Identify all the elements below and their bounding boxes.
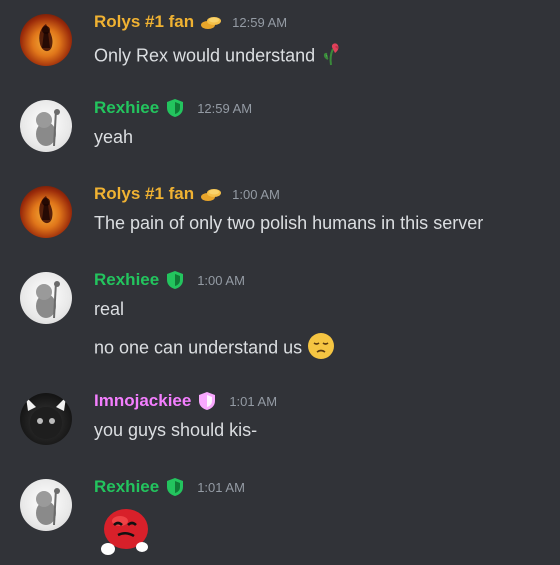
avatar[interactable]: [20, 186, 72, 238]
wilted-flower-icon: [320, 41, 342, 72]
pink-shield-icon: [197, 391, 217, 411]
message-text: no one can understand us: [94, 332, 335, 365]
timestamp: 12:59 AM: [197, 100, 253, 116]
green-shield-icon: [165, 477, 185, 497]
timestamp: 1:00 AM: [197, 272, 245, 288]
avatar[interactable]: [20, 14, 72, 66]
red-candy-character-sticker[interactable]: [94, 503, 154, 560]
message-text: yeah: [94, 127, 134, 147]
username[interactable]: Rexhiee: [94, 98, 159, 118]
message-text: you guys should kis-: [94, 420, 258, 440]
timestamp: 1:01 AM: [197, 479, 245, 495]
avatar[interactable]: [20, 479, 72, 531]
message-header: Imnojackiee 1:01 AM: [94, 391, 277, 411]
message-header: Rexhiee 12:59 AM: [94, 98, 252, 118]
message-header: Rolys #1 fan 12:59 AM: [94, 12, 287, 32]
gold-coins-icon: [200, 12, 222, 32]
avatar[interactable]: [20, 272, 72, 324]
message-text: The pain of only two polish humans in th…: [94, 213, 484, 233]
timestamp: 1:00 AM: [232, 186, 280, 202]
timestamp: 12:59 AM: [232, 14, 288, 30]
avatar[interactable]: [20, 100, 72, 152]
message-header: Rolys #1 fan 1:00 AM: [94, 184, 280, 204]
green-shield-icon: [165, 98, 185, 118]
gold-coins-icon: [200, 184, 222, 204]
message-header: Rexhiee 1:01 AM: [94, 477, 245, 497]
username[interactable]: Rexhiee: [94, 477, 159, 497]
pensive-face-icon: [307, 332, 335, 365]
message-text: Only Rex would understand: [94, 41, 342, 72]
timestamp: 1:01 AM: [229, 393, 278, 409]
username[interactable]: Rolys #1 fan: [94, 12, 194, 32]
message-text: real: [94, 299, 125, 319]
username[interactable]: Rexhiee: [94, 270, 159, 290]
username[interactable]: Rolys #1 fan: [94, 184, 194, 204]
avatar[interactable]: [20, 393, 72, 445]
username[interactable]: Imnojackiee: [94, 391, 191, 411]
message-header: Rexhiee 1:00 AM: [94, 270, 245, 290]
green-shield-icon: [165, 270, 185, 290]
